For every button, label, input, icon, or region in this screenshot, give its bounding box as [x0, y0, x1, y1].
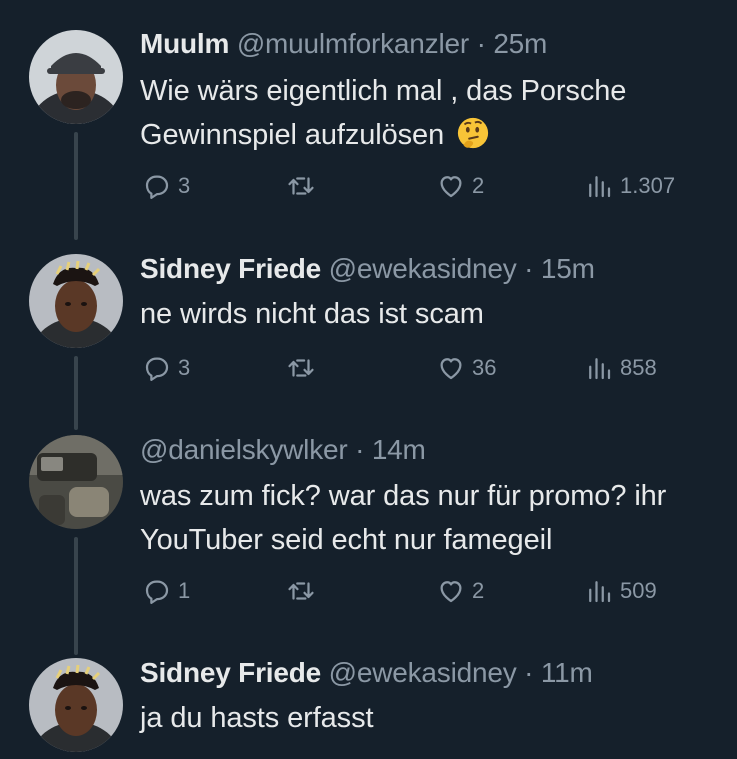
reply-icon	[145, 357, 169, 381]
timestamp[interactable]: 11m	[541, 657, 593, 688]
tweet-text-line: YouTuber seid echt nur famegeil	[140, 524, 553, 556]
like-count: 2	[472, 173, 485, 198]
views-button[interactable]: 858	[584, 350, 657, 386]
like-button[interactable]: 2	[436, 573, 484, 609]
views-button[interactable]: 509	[584, 573, 657, 609]
thinking-face-emoji-icon	[457, 117, 489, 149]
author-name[interactable]: Sidney Friede	[140, 253, 321, 284]
retweet-icon	[288, 359, 314, 377]
heart-icon	[440, 581, 462, 603]
reply-count: 3	[178, 355, 191, 380]
retweet-icon	[288, 582, 314, 600]
timestamp[interactable]: 14m	[372, 434, 426, 465]
like-button[interactable]: 2	[436, 168, 484, 204]
separator-dot: ·	[476, 28, 486, 59]
view-count: 1.307	[620, 173, 676, 198]
thread-line	[74, 537, 78, 655]
avatar-image-icon	[29, 30, 123, 124]
avatar[interactable]	[29, 30, 123, 124]
retweet-button[interactable]	[286, 350, 322, 386]
tweet-actions: 1 2 509	[140, 573, 700, 609]
separator-dot: ·	[524, 657, 534, 688]
views-button[interactable]: 1.307	[584, 168, 675, 204]
timestamp[interactable]: 25m	[493, 28, 547, 59]
tweet-actions: 3 36 858	[140, 350, 700, 386]
reply-count: 3	[178, 173, 191, 198]
author-name[interactable]: Muulm	[140, 28, 229, 59]
thread-line	[74, 132, 78, 240]
tweet-text: ne wirds nicht das ist scam	[140, 292, 730, 336]
tweet-header: Muulm @muulmforkanzler · 25m	[140, 28, 547, 60]
tweet-header: @danielskywlker · 14m	[140, 434, 426, 466]
views-chart-icon	[589, 581, 611, 603]
reply-button[interactable]: 1	[142, 573, 190, 609]
reply-icon	[145, 580, 169, 604]
tweet-text-line: Gewinnspiel aufzulösen	[140, 119, 445, 151]
tweet-header: Sidney Friede @ewekasidney · 11m	[140, 657, 593, 689]
timestamp[interactable]: 15m	[541, 253, 595, 284]
retweet-button[interactable]	[286, 573, 322, 609]
views-chart-icon	[589, 176, 611, 198]
retweet-button[interactable]	[286, 168, 322, 204]
views-chart-icon	[589, 358, 611, 380]
like-button[interactable]: 36	[436, 350, 496, 386]
reply-button[interactable]: 3	[142, 350, 190, 386]
author-handle[interactable]: @ewekasidney	[329, 657, 517, 688]
reply-count: 1	[178, 578, 191, 603]
tweet-text-line: ja du hasts erfasst	[140, 702, 374, 734]
tweet-text-line: ne wirds nicht das ist scam	[140, 298, 484, 330]
view-count: 858	[620, 355, 657, 380]
reply-icon	[145, 175, 169, 199]
author-name[interactable]: Sidney Friede	[140, 657, 321, 688]
avatar[interactable]	[29, 435, 123, 529]
tweet-header: Sidney Friede @ewekasidney · 15m	[140, 253, 595, 285]
tweet-text: Wie wärs eigentlich mal , das Porsche Ge…	[140, 69, 730, 157]
heart-icon	[440, 176, 462, 198]
view-count: 509	[620, 578, 657, 603]
tweet-text: ja du hasts erfasst	[140, 696, 730, 740]
author-handle[interactable]: @ewekasidney	[329, 253, 517, 284]
tweet-text-line-with-emoji: Gewinnspiel aufzulösen	[140, 113, 730, 157]
avatar-image-icon	[29, 435, 123, 529]
retweet-icon	[288, 177, 314, 195]
tweet-text-line: Wie wärs eigentlich mal , das Porsche	[140, 75, 627, 107]
separator-dot: ·	[355, 434, 365, 465]
avatar-image-icon	[29, 658, 123, 752]
author-handle[interactable]: @muulmforkanzler	[237, 28, 469, 59]
tweet-actions: 3 2 1.307	[140, 168, 700, 204]
like-count: 36	[472, 355, 497, 380]
avatar[interactable]	[29, 254, 123, 348]
like-count: 2	[472, 578, 485, 603]
heart-icon	[440, 358, 462, 380]
reply-button[interactable]: 3	[142, 168, 190, 204]
tweet-text: was zum fick? war das nur für promo? ihr…	[140, 474, 730, 562]
tweet-text-line: was zum fick? war das nur für promo? ihr	[140, 480, 667, 512]
author-handle[interactable]: @danielskywlker	[140, 434, 348, 465]
separator-dot: ·	[524, 253, 534, 284]
avatar[interactable]	[29, 658, 123, 752]
thread-line	[74, 356, 78, 430]
avatar-image-icon	[29, 254, 123, 348]
